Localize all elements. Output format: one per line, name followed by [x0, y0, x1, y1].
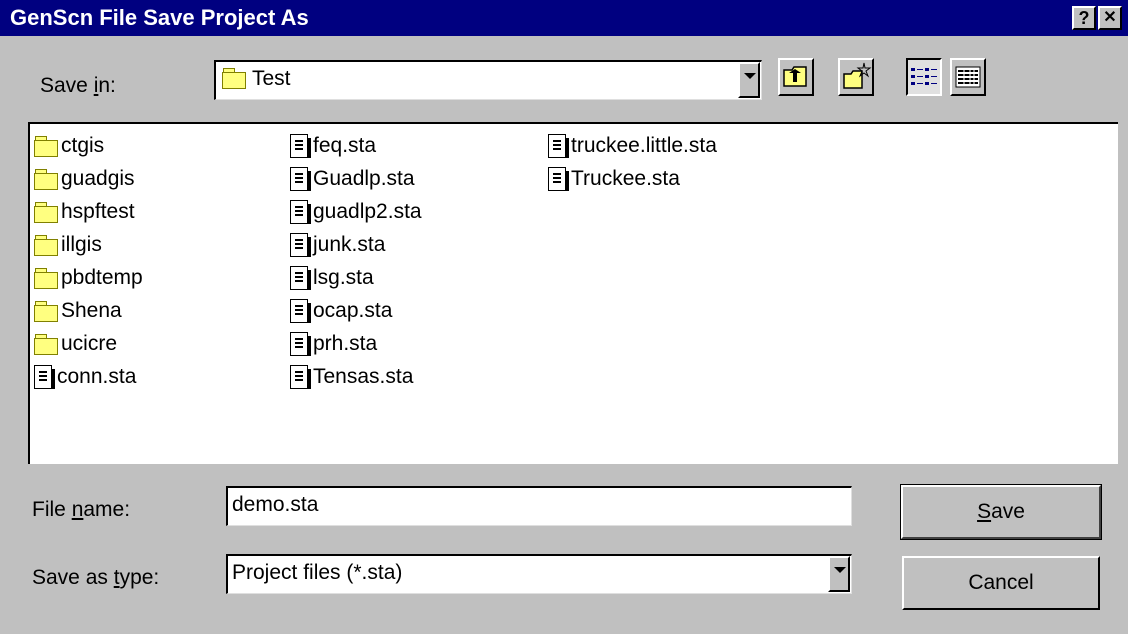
item-label: Shena [61, 299, 122, 322]
save-button-label: Save [977, 500, 1025, 523]
folder-item[interactable]: pbdtemp [34, 262, 143, 294]
cancel-button-label: Cancel [968, 571, 1034, 594]
file-name-label: File name: [32, 498, 131, 521]
item-label: conn.sta [57, 365, 137, 388]
details-view-button[interactable] [950, 58, 986, 96]
list-view-icon [911, 68, 937, 85]
item-label: ucicre [61, 332, 118, 355]
open-folder-icon [222, 68, 246, 89]
up-one-level-icon [783, 66, 807, 87]
window-title: GenScn File Save Project As [10, 5, 309, 30]
folder-icon [34, 169, 58, 191]
document-icon [290, 266, 311, 291]
save-in-value: Test [252, 67, 291, 90]
file-item[interactable]: Guadlp.sta [290, 163, 415, 195]
document-icon [290, 332, 311, 357]
create-new-folder-button[interactable] [838, 58, 874, 96]
folder-icon [34, 235, 58, 257]
save-as-type-value: Project files (*.sta) [232, 561, 403, 584]
file-item[interactable]: prh.sta [290, 328, 377, 360]
item-label: truckee.little.sta [571, 134, 717, 157]
file-item[interactable]: Truckee.sta [548, 163, 680, 195]
file-item[interactable]: guadlp2.sta [290, 196, 422, 228]
details-view-icon [955, 66, 981, 88]
cancel-button[interactable]: Cancel [902, 556, 1100, 610]
save-as-type-label: Save as type: [32, 566, 160, 589]
item-label: prh.sta [313, 332, 378, 355]
folder-icon [34, 334, 58, 356]
folder-icon [34, 202, 58, 224]
folder-item[interactable]: Shena [34, 295, 122, 327]
item-label: Guadlp.sta [313, 167, 415, 190]
folder-icon [34, 301, 58, 323]
save-in-combobox[interactable]: Test [214, 60, 762, 100]
folder-item[interactable]: hspftest [34, 196, 135, 228]
file-item[interactable]: conn.sta [34, 361, 136, 393]
up-one-level-button[interactable] [778, 58, 814, 96]
help-button[interactable]: ? [1072, 6, 1096, 30]
file-item[interactable]: truckee.little.sta [548, 130, 717, 162]
title-bar: GenScn File Save Project As ? ✕ [0, 0, 1128, 36]
folder-item[interactable]: illgis [34, 229, 102, 261]
item-label: Truckee.sta [571, 167, 680, 190]
item-label: ctgis [61, 134, 105, 157]
close-button[interactable]: ✕ [1098, 6, 1122, 30]
folder-item[interactable]: ucicre [34, 328, 117, 360]
folder-item[interactable]: ctgis [34, 130, 104, 162]
document-icon [290, 233, 311, 258]
item-label: guadlp2.sta [313, 200, 422, 223]
document-icon [548, 134, 569, 159]
file-name-input[interactable]: demo.sta [226, 486, 852, 526]
document-icon [290, 167, 311, 192]
save-as-type-combobox[interactable]: Project files (*.sta) [226, 554, 852, 594]
document-icon [290, 365, 311, 390]
save-as-dialog: GenScn File Save Project As ? ✕ Save in:… [0, 0, 1128, 634]
file-item[interactable]: Tensas.sta [290, 361, 413, 393]
save-in-dropdown-button[interactable] [738, 62, 760, 98]
file-item[interactable]: feq.sta [290, 130, 376, 162]
document-icon [34, 365, 55, 390]
document-icon [548, 167, 569, 192]
save-button[interactable]: Save [900, 484, 1102, 540]
item-label: lsg.sta [313, 266, 374, 289]
folder-icon [34, 136, 58, 158]
document-icon [290, 134, 311, 159]
item-label: guadgis [61, 167, 135, 190]
item-label: pbdtemp [61, 266, 143, 289]
item-label: hspftest [61, 200, 135, 223]
list-view-button[interactable] [906, 58, 942, 96]
item-label: ocap.sta [313, 299, 393, 322]
file-name-value: demo.sta [232, 493, 319, 516]
file-item[interactable]: lsg.sta [290, 262, 374, 294]
item-label: Tensas.sta [313, 365, 414, 388]
document-icon [290, 299, 311, 324]
file-item[interactable]: junk.sta [290, 229, 385, 261]
folder-item[interactable]: guadgis [34, 163, 135, 195]
file-list[interactable]: ctgis guadgis hspftest illgis pbdtemp Shena uc… [28, 122, 1118, 464]
save-in-label: Save in: [40, 74, 116, 97]
file-item[interactable]: ocap.sta [290, 295, 392, 327]
item-label: illgis [61, 233, 102, 256]
save-as-type-dropdown-button[interactable] [828, 556, 850, 592]
item-label: junk.sta [313, 233, 386, 256]
new-folder-icon [843, 62, 872, 89]
folder-icon [34, 268, 58, 290]
document-icon [290, 200, 311, 225]
item-label: feq.sta [313, 134, 377, 157]
